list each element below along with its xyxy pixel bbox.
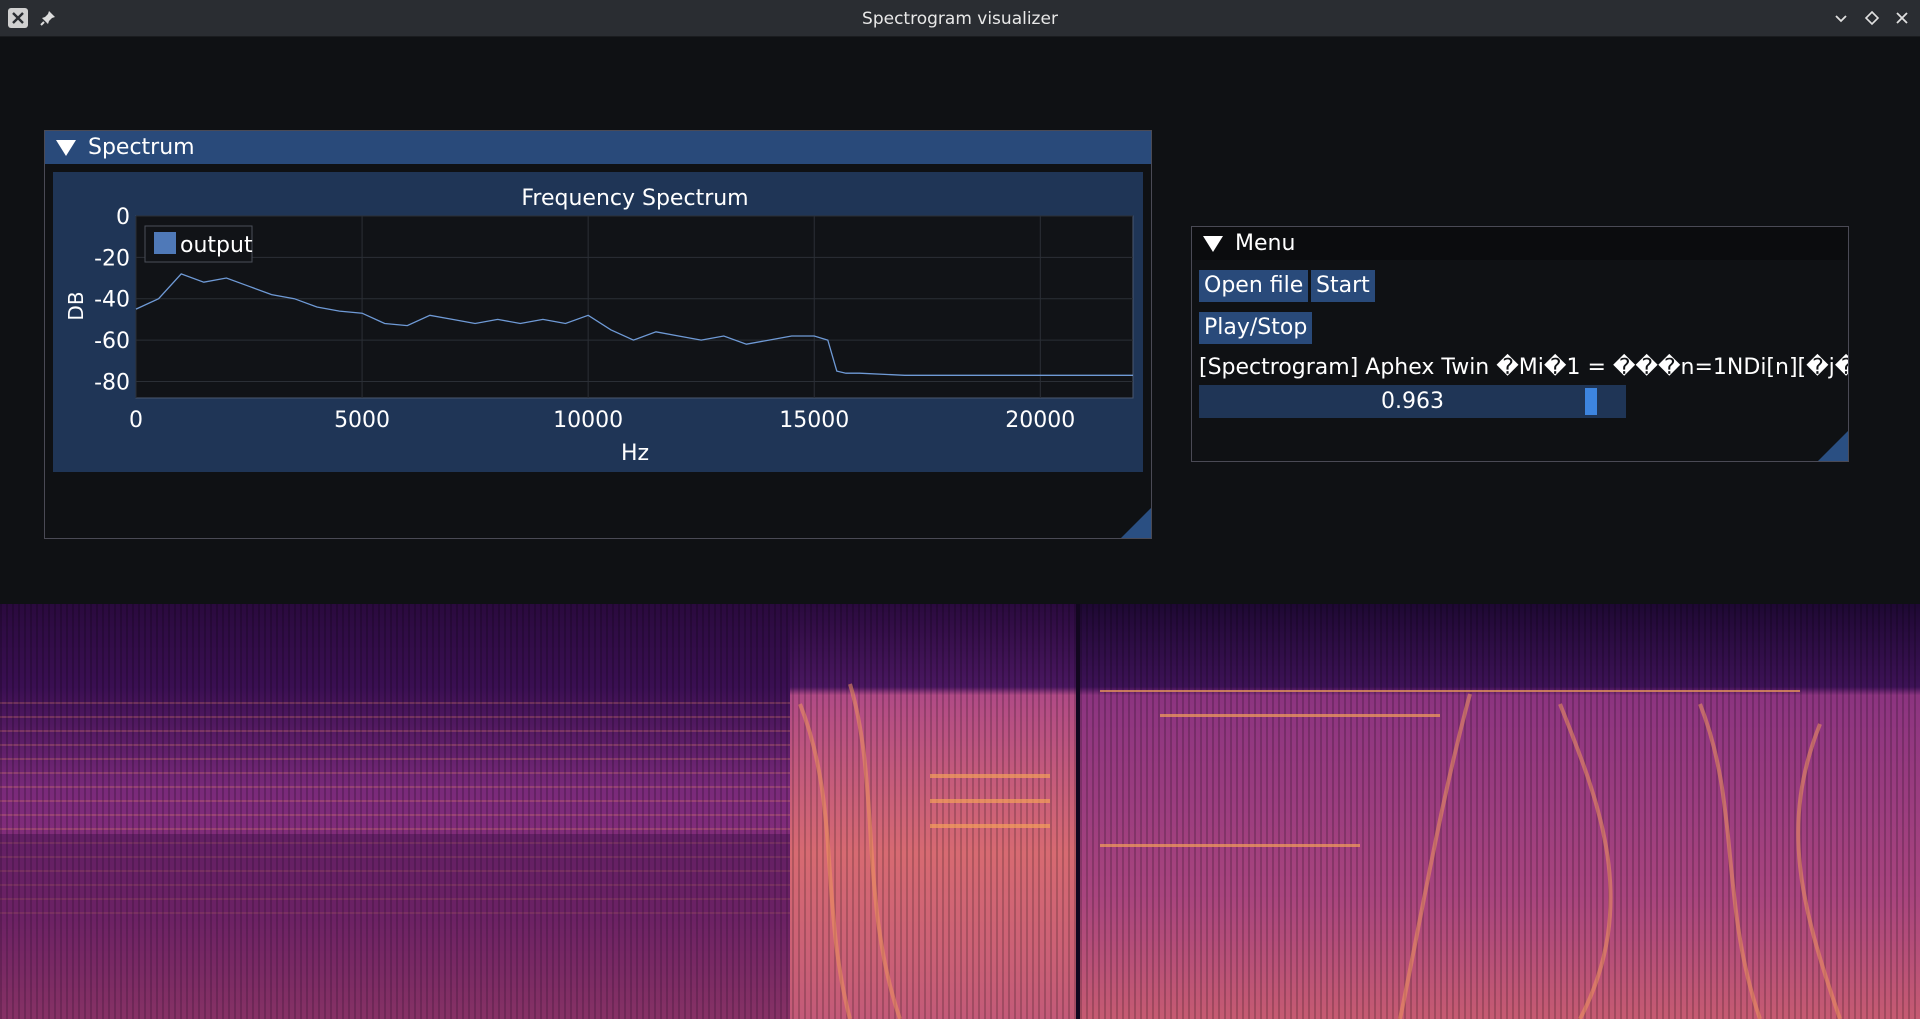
menu-window[interactable]: Menu Open file Start Play/Stop [Spectrog…: [1191, 226, 1849, 462]
spectrogram-image: [0, 604, 1920, 1019]
y-tick-label: -40: [94, 288, 130, 313]
maximize-diamond-icon[interactable]: [1862, 8, 1882, 28]
collapse-triangle-icon[interactable]: [56, 139, 76, 156]
spectrum-window-title: Spectrum: [88, 135, 195, 160]
x-axis-label: Hz: [621, 441, 649, 466]
menu-window-title: Menu: [1235, 231, 1296, 256]
x-tick-label: 5000: [334, 408, 390, 433]
status-text: [Spectrogram] Aphex Twin �Mi�1 = ���n=1N…: [1199, 355, 1849, 380]
slider-value: 0.963: [1381, 389, 1444, 414]
slider-grab-handle[interactable]: [1584, 388, 1597, 415]
title-bar: Spectrogram visualizer: [0, 0, 1920, 37]
x-tick-label: 0: [129, 408, 143, 433]
y-axis-label: DB: [64, 291, 88, 320]
y-tick-label: 0: [116, 205, 130, 230]
x-tick-label: 20000: [1005, 408, 1075, 433]
menu-window-header[interactable]: Menu: [1192, 227, 1848, 260]
y-tick-label: -80: [94, 370, 130, 395]
y-tick-label: -60: [94, 329, 130, 354]
legend-label: output: [180, 233, 253, 258]
start-button[interactable]: Start: [1311, 270, 1375, 302]
legend[interactable]: output: [144, 225, 253, 263]
playback-slider[interactable]: 0.963: [1199, 385, 1626, 418]
frequency-spectrum-plot[interactable]: Frequency Spectrum Hz DB 0 5000 10000 15000…: [53, 172, 1143, 472]
window-close-icon[interactable]: [1892, 8, 1912, 28]
spectrum-window-header[interactable]: Spectrum: [45, 131, 1151, 164]
chart-title: Frequency Spectrum: [521, 186, 748, 211]
open-file-button[interactable]: Open file: [1199, 270, 1309, 302]
x-tick-label: 15000: [779, 408, 849, 433]
spectrum-chart-svg[interactable]: Frequency Spectrum Hz DB 0 5000 10000 15000…: [53, 172, 1143, 472]
resize-grip[interactable]: [1121, 508, 1151, 538]
spectrum-window[interactable]: Spectrum Frequency Spectrum Hz DB 0 5000 1…: [44, 130, 1152, 539]
plot-area: [135, 215, 1134, 399]
window-title: Spectrogram visualizer: [862, 9, 1058, 29]
legend-swatch: [154, 232, 176, 254]
resize-grip[interactable]: [1818, 431, 1848, 461]
x-tick-label: 10000: [553, 408, 623, 433]
chevron-down-icon[interactable]: [1831, 8, 1851, 28]
play-stop-button[interactable]: Play/Stop: [1199, 312, 1313, 344]
collapse-triangle-icon[interactable]: [1203, 235, 1223, 252]
y-tick-label: -20: [94, 246, 130, 271]
